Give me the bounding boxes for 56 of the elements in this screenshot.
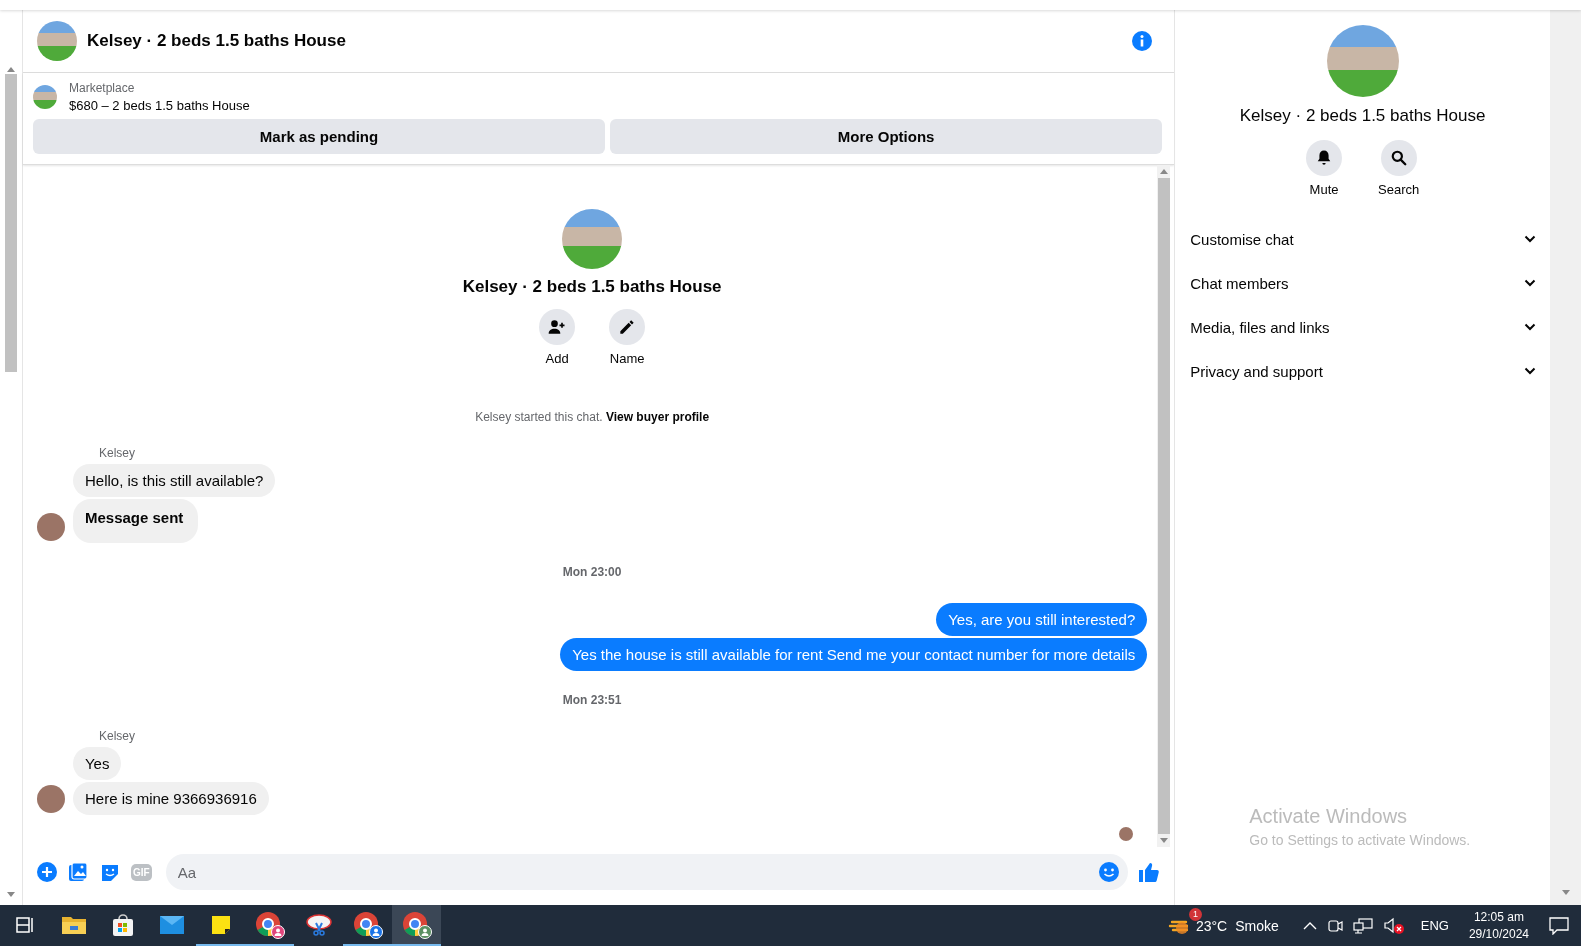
notification-icon[interactable] — [1549, 916, 1569, 935]
sender-avatar — [37, 513, 65, 541]
scrollbar[interactable] — [5, 67, 17, 897]
thumbs-up-icon[interactable] — [1138, 861, 1161, 883]
section-header[interactable]: Chat members — [1190, 261, 1536, 305]
browser-icon[interactable] — [254, 910, 285, 939]
info-icon[interactable] — [1132, 31, 1153, 51]
taskbar-app[interactable] — [392, 905, 441, 946]
activation-title: Activate Windows — [1249, 805, 1409, 828]
timestamp: Mon 23:00 — [562, 565, 622, 579]
scissors-icon[interactable] — [304, 912, 333, 937]
listing-action-button[interactable]: More Options — [610, 119, 1163, 154]
speaker-muted-icon[interactable] — [1382, 916, 1405, 935]
message-bubble: Yes, are you still interested? — [936, 603, 1148, 636]
language-indicator[interactable]: ENG — [1420, 918, 1449, 933]
timestamp: Mon 23:51 — [562, 693, 622, 707]
store-bag-icon[interactable] — [110, 912, 135, 937]
message-bubble: Yes — [73, 747, 122, 780]
listing-source: Marketplace — [69, 81, 136, 95]
mail-icon[interactable] — [158, 914, 185, 935]
activation-subtitle: Go to Settings to activate Windows. — [1249, 832, 1471, 848]
chat-title: Kelsey · 2 beds 1.5 baths House — [87, 31, 346, 51]
browser-icon[interactable] — [401, 910, 432, 939]
section-header[interactable]: Privacy and support — [1190, 349, 1536, 393]
photo-icon[interactable] — [67, 861, 89, 883]
clock[interactable]: 12:05 am 29/10/2024 — [1468, 908, 1529, 943]
sender-name: Kelsey — [99, 729, 136, 743]
message-bubble: Message sent — [73, 499, 199, 543]
buyer-profile-link[interactable]: View buyer profile — [605, 410, 710, 424]
message-bubble: Yes the house is still available for rent Send me your contact number for more details — [560, 638, 1148, 671]
section-header[interactable]: Media, files and links — [1190, 305, 1536, 349]
weather-condition: Smoke — [1235, 917, 1279, 934]
listing-title: $680 – 2 beds 1.5 baths House — [69, 98, 250, 113]
emoji-icon[interactable] — [1098, 861, 1121, 883]
message-input-field[interactable]: Aa — [165, 854, 1129, 890]
add-person-icon — [547, 317, 568, 337]
chevron-up-icon[interactable] — [1302, 920, 1317, 931]
browser-icon[interactable] — [352, 910, 383, 939]
sender-name: Kelsey — [99, 446, 136, 460]
sender-avatar — [37, 785, 65, 813]
house-photo-placeholder — [37, 21, 77, 61]
listing-action-button[interactable]: Mark as pending — [33, 119, 605, 154]
house-photo-placeholder — [33, 85, 57, 109]
conversation-title: Kelsey · 2 beds 1.5 baths House — [1239, 106, 1486, 126]
scroll-arrow[interactable] — [1561, 890, 1570, 895]
notification-badge: 1 — [1188, 907, 1202, 921]
scrollbar[interactable] — [1157, 165, 1171, 847]
chat-start-note: Kelsey started this chat. View buyer profile — [475, 410, 710, 424]
sticky-note-icon[interactable] — [209, 913, 232, 936]
plus-icon[interactable] — [37, 862, 57, 882]
seen-avatar — [1119, 827, 1134, 841]
chat-intro-title: Kelsey · 2 beds 1.5 baths House — [462, 277, 722, 297]
message-bubble: Here is mine 9366936916 — [73, 782, 269, 815]
message-bubble: Hello, is this still available? — [73, 464, 276, 497]
section-header[interactable]: Customise chat — [1190, 217, 1536, 261]
network-icon[interactable] — [1352, 917, 1373, 934]
